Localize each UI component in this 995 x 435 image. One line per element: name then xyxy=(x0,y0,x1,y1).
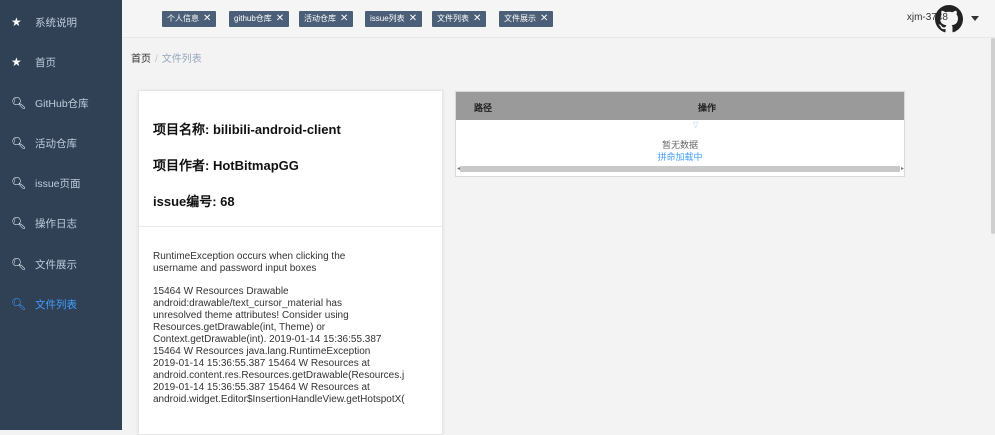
search-icon: 🔍︎ xyxy=(11,297,27,311)
table-header: 路径 操作 xyxy=(456,92,904,120)
vertical-scrollbar[interactable] xyxy=(991,38,995,234)
star-icon: ★ xyxy=(11,15,22,29)
issue-log: 15464 W Resources Drawable android:drawa… xyxy=(153,286,405,405)
sidebar-item-active-repos[interactable]: 🔍︎ 活动仓库 xyxy=(0,123,122,163)
sort-arrow-icon: ▽ xyxy=(693,122,699,129)
search-icon: 🔍︎ xyxy=(11,96,27,110)
project-name: 项目名称: bilibili-android-client xyxy=(153,122,341,137)
close-icon[interactable]: ✕ xyxy=(540,13,548,24)
search-icon: 🔍︎ xyxy=(11,176,27,190)
search-icon: 🔍︎ xyxy=(11,257,27,271)
close-icon[interactable]: ✕ xyxy=(473,13,481,24)
tag-label: 文件列表 xyxy=(437,14,469,23)
issue-number: issue编号: 68 xyxy=(153,194,235,209)
sidebar-item-issue-page[interactable]: 🔍︎ issue页面 xyxy=(0,163,122,203)
sidebar-item-home[interactable]: ★ 首页 xyxy=(0,42,122,82)
tag-label: 文件展示 xyxy=(504,14,536,23)
file-table: 路径 操作 ▽ 暂无数据 拼命加载中 ◂ ▸ xyxy=(455,91,905,177)
breadcrumb: 首页 / 文件列表 xyxy=(131,50,202,65)
close-icon[interactable]: ✕ xyxy=(340,13,348,24)
tag-label: 个人信息 xyxy=(167,14,199,23)
horizontal-scrollbar[interactable]: ◂ ▸ xyxy=(457,165,904,172)
breadcrumb-current: 文件列表 xyxy=(161,54,202,65)
project-author: 项目作者: HotBitmapGG xyxy=(153,158,299,173)
column-header-path: 路径 xyxy=(474,103,493,113)
loading-text: 拼命加载中 xyxy=(657,152,703,162)
tag-issue-list[interactable]: issue列表 ✕ xyxy=(365,11,423,27)
sidebar-item-label: 操作日志 xyxy=(35,217,77,230)
tag-label: 活动仓库 xyxy=(304,14,336,23)
sidebar-item-system-info[interactable]: ★ 系统说明 xyxy=(0,2,122,42)
sidebar-item-file-display[interactable]: 🔍︎ 文件展示 xyxy=(0,244,122,284)
tag-active-repos[interactable]: 活动仓库 ✕ xyxy=(299,11,354,27)
issue-card-header: 项目名称: bilibili-android-client 项目作者: HotB… xyxy=(139,91,442,227)
issue-card-body: RuntimeException occurs when clicking th… xyxy=(139,227,442,406)
scroll-left-icon[interactable]: ◂ xyxy=(457,165,460,172)
sidebar-item-label: issue页面 xyxy=(35,177,81,190)
close-icon[interactable]: ✕ xyxy=(276,13,284,24)
sidebar-item-label: 系统说明 xyxy=(35,16,77,29)
star-icon: ★ xyxy=(11,55,22,69)
breadcrumb-home[interactable]: 首页 xyxy=(131,54,151,65)
tag-file-list[interactable]: 文件列表 ✕ xyxy=(432,11,487,27)
tag-label: issue列表 xyxy=(370,14,405,23)
sidebar-item-label: 文件列表 xyxy=(35,298,77,311)
tag-label: github仓库 xyxy=(234,14,272,23)
sidebar-item-label: 文件展示 xyxy=(35,258,77,271)
sidebar-item-github-repos[interactable]: 🔍︎ GitHub仓库 xyxy=(0,83,122,123)
chevron-down-icon[interactable] xyxy=(971,16,979,21)
github-avatar-icon[interactable] xyxy=(935,5,963,33)
sidebar-item-operation-log[interactable]: 🔍︎ 操作日志 xyxy=(0,203,122,243)
close-icon[interactable]: ✕ xyxy=(203,13,211,24)
breadcrumb-separator: / xyxy=(155,54,158,65)
scroll-right-icon[interactable]: ▸ xyxy=(901,165,904,172)
tag-file-display[interactable]: 文件展示 ✕ xyxy=(499,11,554,27)
issue-card: 项目名称: bilibili-android-client 项目作者: HotB… xyxy=(138,90,443,435)
tag-github-repos[interactable]: github仓库 ✕ xyxy=(229,11,290,27)
sidebar: ★ 系统说明 ★ 首页 🔍︎ GitHub仓库 🔍︎ 活动仓库 🔍︎ issue… xyxy=(0,0,122,430)
sidebar-item-label: 首页 xyxy=(35,56,56,69)
sidebar-item-file-list[interactable]: 🔍︎ 文件列表 xyxy=(0,284,122,324)
column-header-action: 操作 xyxy=(698,103,717,113)
sidebar-item-label: 活动仓库 xyxy=(35,137,77,150)
tag-personal-info[interactable]: 个人信息 ✕ xyxy=(162,11,217,27)
search-icon: 🔍︎ xyxy=(11,136,27,150)
search-icon: 🔍︎ xyxy=(11,216,27,230)
sidebar-item-label: GitHub仓库 xyxy=(35,97,89,110)
issue-summary: RuntimeException occurs when clicking th… xyxy=(153,251,346,274)
close-icon[interactable]: ✕ xyxy=(409,13,417,24)
